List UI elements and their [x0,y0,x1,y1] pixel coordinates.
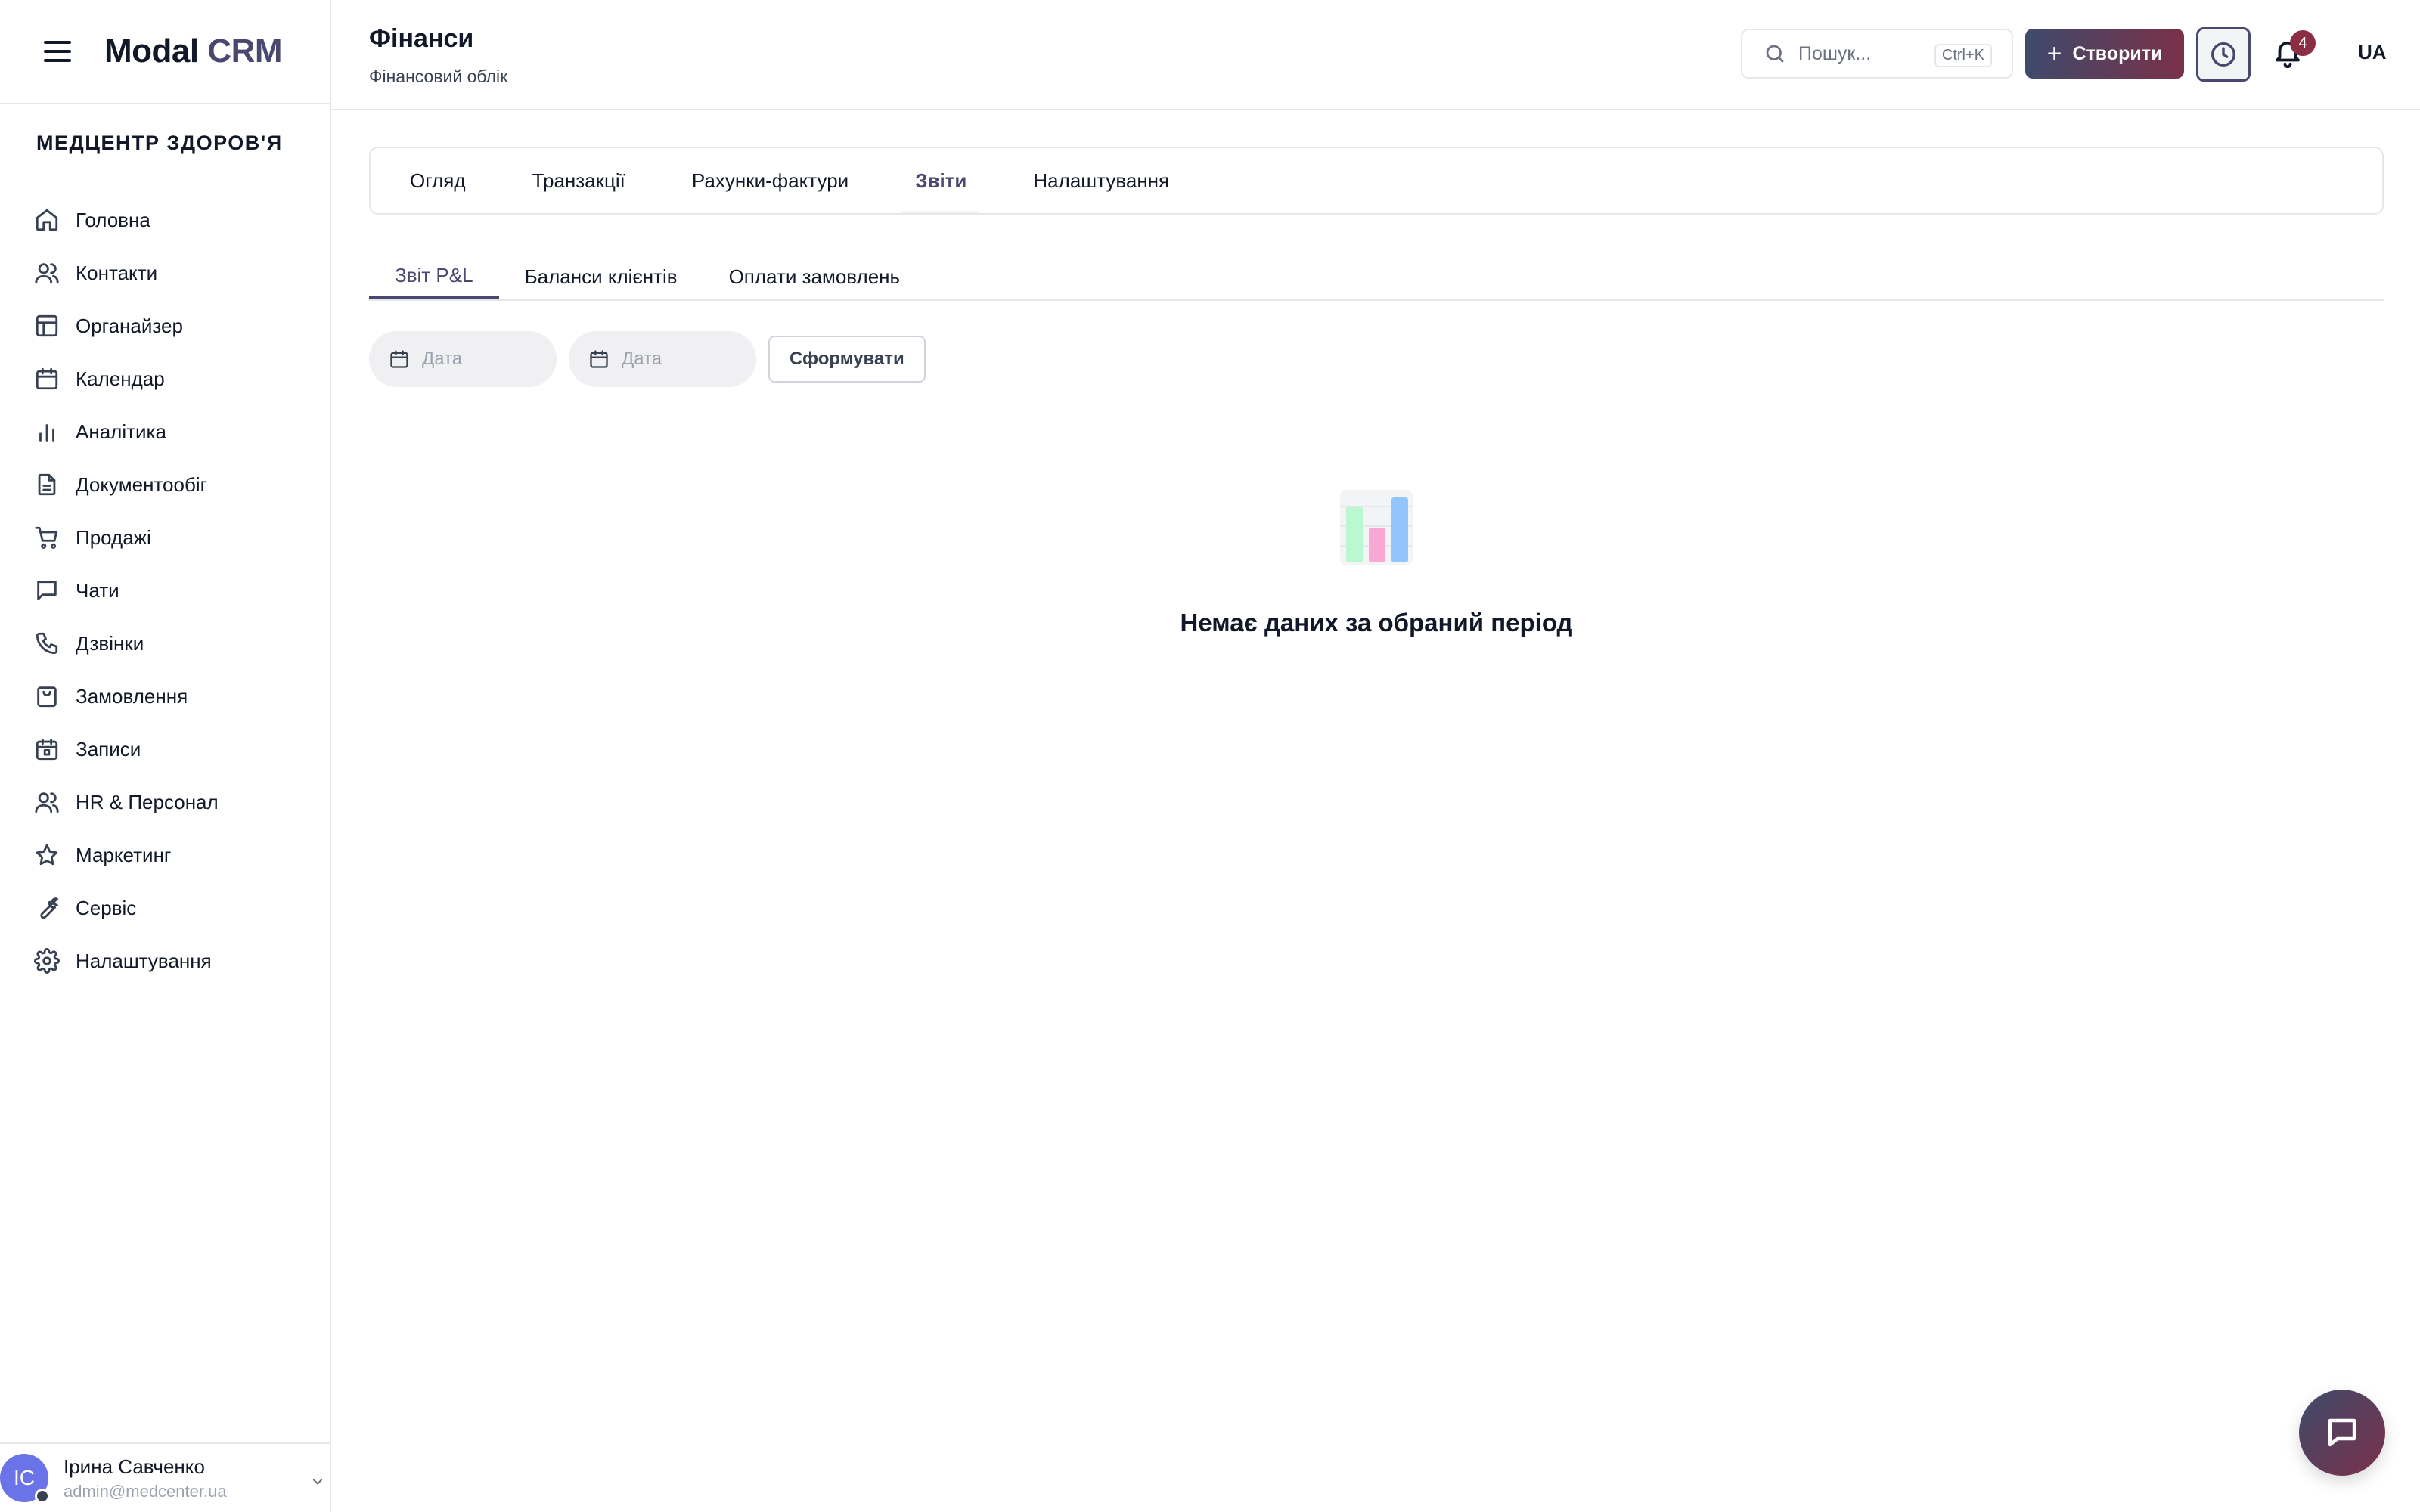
chat-button[interactable] [2299,1390,2385,1476]
tab-overview[interactable]: Огляд [377,157,499,204]
calendar-check-icon [32,734,62,764]
tab-invoices[interactable]: Рахунки-фактури [659,157,882,204]
search-icon [1766,45,1784,63]
tab-reports[interactable]: Звіти [882,157,1000,213]
report-filters: Дата Дата Сформувати [369,331,926,387]
plus-icon: + [2046,39,2062,68]
tab-settings[interactable]: Налаштування [1000,157,1202,204]
sidebar-item-label: Налаштування [76,949,212,972]
page-title: Фінанси [369,24,474,53]
create-button-label: Створити [2072,42,2163,64]
search-box[interactable]: Ctrl+K [1741,29,2013,79]
sidebar-item-label: Сервіс [76,896,137,919]
subtab-order-payments[interactable]: Оплати замовлень [703,254,926,299]
sidebar-item-label: Органайзер [76,314,183,337]
calendar-icon [32,364,62,394]
wrench-icon [32,893,62,923]
user-email: admin@medcenter.ua [64,1481,227,1501]
history-button[interactable] [2196,27,2251,82]
calendar-icon [390,350,408,368]
sidebar-item-label: Головна [76,208,150,231]
chat-icon [32,575,62,606]
sidebar-item-calendar[interactable]: Календар [32,352,304,405]
avatar-initials: ІС [14,1466,35,1489]
top-header: Фінанси Фінансовий облік Ctrl+K + Створи… [331,0,2420,110]
sidebar-item-contacts[interactable]: Контакти [32,246,304,299]
sidebar-item-service[interactable]: Сервіс [32,881,304,934]
document-icon [32,469,62,500]
subtab-client-balances[interactable]: Баланси клієнтів [499,254,703,299]
sidebar-item-calls[interactable]: Дзвінки [32,617,304,670]
clock-icon [2211,42,2235,67]
status-indicator [35,1489,50,1504]
date-to-field[interactable]: Дата [569,331,756,387]
sidebar-item-label: Контакти [76,261,158,284]
sidebar-item-label: Продажі [76,525,151,549]
sidebar-nav: Головна Контакти Органайзер Календар Ана… [32,194,304,987]
subtab-pnl-report[interactable]: Звіт P&L [369,254,499,299]
sidebar-item-appointments[interactable]: Записи [32,723,304,776]
app: Modal CRM МЕДЦЕНТР ЗДОРОВ'Я Головна Конт… [0,0,2420,1512]
sidebar-item-label: Календар [76,367,165,390]
generate-report-button[interactable]: Сформувати [768,336,926,383]
sidebar-item-analytics[interactable]: Аналітика [32,405,304,458]
sidebar-item-chats[interactable]: Чати [32,564,304,617]
date-to-placeholder: Дата [622,349,662,369]
sidebar-item-settings[interactable]: Налаштування [32,934,304,987]
users-icon [32,787,62,817]
sidebar-item-label: Документообіг [76,472,208,496]
search-input[interactable] [1798,42,1919,65]
sidebar-item-label: Записи [76,737,141,761]
sidebar-item-documents[interactable]: Документообіг [32,458,304,511]
date-from-field[interactable]: Дата [369,331,557,387]
sidebar-item-home[interactable]: Головна [32,194,304,246]
finance-tabs: Огляд Транзакції Рахунки-фактури Звіти Н… [369,147,2384,215]
organization-name: МЕДЦЕНТР ЗДОРОВ'Я [36,132,283,154]
language-switcher[interactable]: UA [2358,41,2387,64]
user-name: Ірина Савченко [64,1455,205,1478]
empty-state-message: Немає даних за обраний період [1180,609,1573,637]
menu-icon[interactable] [44,41,71,62]
sidebar-item-organizer[interactable]: Органайзер [32,299,304,352]
sidebar: Modal CRM МЕДЦЕНТР ЗДОРОВ'Я Головна Конт… [0,0,331,1512]
home-icon [32,205,62,235]
chevron-down-icon[interactable] [310,1474,325,1489]
calendar-icon [590,350,608,368]
page-subtitle: Фінансовий облік [369,67,508,86]
sidebar-item-orders[interactable]: Замовлення [32,670,304,723]
gear-icon [32,946,62,976]
shopping-bag-icon [32,681,62,711]
sidebar-item-label: HR & Персонал [76,790,219,813]
sidebar-item-label: Маркетинг [76,843,172,866]
sidebar-item-marketing[interactable]: Маркетинг [32,829,304,881]
logo[interactable]: Modal CRM [104,33,283,70]
date-from-placeholder: Дата [422,349,463,369]
layout-icon [32,311,62,341]
bar-chart-illustration-icon [1340,490,1413,565]
sidebar-item-label: Замовлення [76,684,188,708]
star-icon [32,840,62,870]
sidebar-item-hr[interactable]: HR & Персонал [32,776,304,829]
chat-icon [2328,1418,2356,1447]
phone-icon [32,628,62,658]
search-shortcut: Ctrl+K [1934,44,1992,67]
user-profile[interactable]: ІС Ірина Савченко admin@medcenter.ua [0,1442,331,1512]
sidebar-item-label: Чати [76,578,119,602]
sidebar-item-sales[interactable]: Продажі [32,511,304,564]
avatar: ІС [0,1454,50,1504]
create-button[interactable]: + Створити [2025,29,2184,79]
tab-transactions[interactable]: Транзакції [499,157,659,204]
notification-badge: 4 [2290,30,2316,56]
cart-icon [32,522,62,553]
sidebar-item-label: Аналітика [76,420,166,443]
user-info: Ірина Савченко admin@medcenter.ua [64,1455,227,1501]
sidebar-header: Modal CRM [0,0,330,104]
report-subtabs: Звіт P&L Баланси клієнтів Оплати замовле… [369,254,2384,301]
users-icon [32,258,62,288]
empty-state: Немає даних за обраний період [369,484,2384,637]
bar-chart-icon [32,417,62,447]
sidebar-item-label: Дзвінки [76,631,144,655]
